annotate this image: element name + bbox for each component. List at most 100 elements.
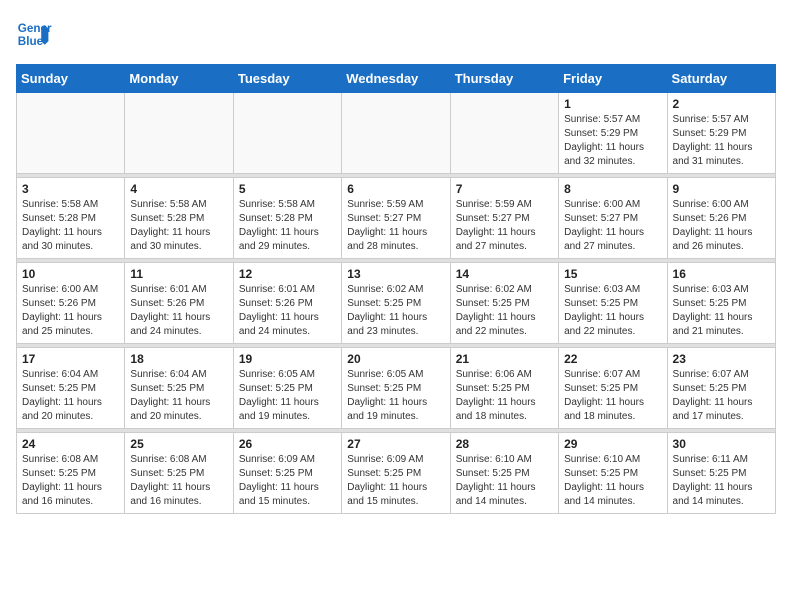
calendar-cell: 16Sunrise: 6:03 AM Sunset: 5:25 PM Dayli…	[667, 263, 775, 344]
calendar-cell	[342, 93, 450, 174]
day-number: 25	[130, 437, 227, 451]
calendar-cell: 30Sunrise: 6:11 AM Sunset: 5:25 PM Dayli…	[667, 433, 775, 514]
weekday-header-wednesday: Wednesday	[342, 65, 450, 93]
calendar-cell: 17Sunrise: 6:04 AM Sunset: 5:25 PM Dayli…	[17, 348, 125, 429]
day-info: Sunrise: 6:00 AM Sunset: 5:26 PM Dayligh…	[673, 198, 770, 254]
calendar-cell: 3 Sunrise: 5:58 AM Sunset: 5:28 PM Daylig…	[17, 178, 125, 259]
day-info: Sunrise: 6:07 AM Sunset: 5:25 PM Dayligh…	[673, 368, 770, 424]
day-info: Sunrise: 6:01 AM Sunset: 5:26 PM Dayligh…	[239, 283, 336, 339]
day-info: Sunrise: 5:57 AM Sunset: 5:29 PM Dayligh…	[564, 113, 661, 169]
day-number: 29	[564, 437, 661, 451]
calendar-cell: 18 Sunrise: 6:04 AM Sunset: 5:25 PM Dayli…	[125, 348, 233, 429]
logo-icon: General Blue	[16, 16, 52, 52]
day-info: Sunrise: 6:08 AM Sunset: 5:25 PM Dayligh…	[22, 453, 119, 509]
day-number: 22	[564, 352, 661, 366]
day-number: 13	[347, 267, 444, 281]
day-number: 3	[22, 182, 119, 196]
day-number: 15	[564, 267, 661, 281]
day-info: Sunrise: 5:59 AM Sunset: 5:27 PM Dayligh…	[456, 198, 553, 254]
day-info: Sunrise: 6:05 AM Sunset: 5:25 PM Dayligh…	[239, 368, 336, 424]
calendar-cell: 15 Sunrise: 6:03 AM Sunset: 5:25 PM Dayli…	[559, 263, 667, 344]
weekday-header-friday: Friday	[559, 65, 667, 93]
day-number: 2	[673, 97, 770, 111]
calendar-cell: 2 Sunrise: 5:57 AM Sunset: 5:29 PM Daylig…	[667, 93, 775, 174]
day-info: Sunrise: 6:08 AM Sunset: 5:25 PM Dayligh…	[130, 453, 227, 509]
calendar-cell: 22 Sunrise: 6:07 AM Sunset: 5:25 PM Dayli…	[559, 348, 667, 429]
calendar-week-1: 3 Sunrise: 5:58 AM Sunset: 5:28 PM Daylig…	[17, 178, 776, 259]
day-info: Sunrise: 5:59 AM Sunset: 5:27 PM Dayligh…	[347, 198, 444, 254]
weekday-header-thursday: Thursday	[450, 65, 558, 93]
day-info: Sunrise: 6:04 AM Sunset: 5:25 PM Dayligh…	[22, 368, 119, 424]
day-info: Sunrise: 5:58 AM Sunset: 5:28 PM Dayligh…	[239, 198, 336, 254]
weekday-row: SundayMondayTuesdayWednesdayThursdayFrid…	[17, 65, 776, 93]
calendar-cell: 6Sunrise: 5:59 AM Sunset: 5:27 PM Daylig…	[342, 178, 450, 259]
calendar-cell: 12 Sunrise: 6:01 AM Sunset: 5:26 PM Dayli…	[233, 263, 341, 344]
calendar-cell: 26 Sunrise: 6:09 AM Sunset: 5:25 PM Dayli…	[233, 433, 341, 514]
day-info: Sunrise: 5:58 AM Sunset: 5:28 PM Dayligh…	[130, 198, 227, 254]
calendar-cell: 25 Sunrise: 6:08 AM Sunset: 5:25 PM Dayli…	[125, 433, 233, 514]
day-number: 26	[239, 437, 336, 451]
day-info: Sunrise: 6:07 AM Sunset: 5:25 PM Dayligh…	[564, 368, 661, 424]
day-info: Sunrise: 6:00 AM Sunset: 5:26 PM Dayligh…	[22, 283, 119, 339]
day-info: Sunrise: 5:58 AM Sunset: 5:28 PM Dayligh…	[22, 198, 119, 254]
weekday-header-saturday: Saturday	[667, 65, 775, 93]
day-number: 9	[673, 182, 770, 196]
day-info: Sunrise: 6:02 AM Sunset: 5:25 PM Dayligh…	[456, 283, 553, 339]
day-info: Sunrise: 5:57 AM Sunset: 5:29 PM Dayligh…	[673, 113, 770, 169]
day-info: Sunrise: 6:03 AM Sunset: 5:25 PM Dayligh…	[564, 283, 661, 339]
weekday-header-monday: Monday	[125, 65, 233, 93]
day-number: 28	[456, 437, 553, 451]
calendar-cell: 14 Sunrise: 6:02 AM Sunset: 5:25 PM Dayli…	[450, 263, 558, 344]
calendar-cell: 4Sunrise: 5:58 AM Sunset: 5:28 PM Daylig…	[125, 178, 233, 259]
logo: General Blue	[16, 16, 52, 52]
calendar-cell: 23 Sunrise: 6:07 AM Sunset: 5:25 PM Dayli…	[667, 348, 775, 429]
calendar-cell: 24Sunrise: 6:08 AM Sunset: 5:25 PM Dayli…	[17, 433, 125, 514]
day-info: Sunrise: 6:04 AM Sunset: 5:25 PM Dayligh…	[130, 368, 227, 424]
day-info: Sunrise: 6:10 AM Sunset: 5:25 PM Dayligh…	[564, 453, 661, 509]
day-number: 7	[456, 182, 553, 196]
day-info: Sunrise: 6:10 AM Sunset: 5:25 PM Dayligh…	[456, 453, 553, 509]
day-info: Sunrise: 6:05 AM Sunset: 5:25 PM Dayligh…	[347, 368, 444, 424]
calendar-cell: 20 Sunrise: 6:05 AM Sunset: 5:25 PM Dayli…	[342, 348, 450, 429]
calendar-week-4: 24Sunrise: 6:08 AM Sunset: 5:25 PM Dayli…	[17, 433, 776, 514]
day-info: Sunrise: 6:00 AM Sunset: 5:27 PM Dayligh…	[564, 198, 661, 254]
day-number: 12	[239, 267, 336, 281]
day-number: 11	[130, 267, 227, 281]
calendar-cell: 27 Sunrise: 6:09 AM Sunset: 5:25 PM Dayli…	[342, 433, 450, 514]
day-number: 18	[130, 352, 227, 366]
day-info: Sunrise: 6:11 AM Sunset: 5:25 PM Dayligh…	[673, 453, 770, 509]
day-number: 5	[239, 182, 336, 196]
day-number: 21	[456, 352, 553, 366]
calendar-cell	[450, 93, 558, 174]
calendar-cell: 7 Sunrise: 5:59 AM Sunset: 5:27 PM Daylig…	[450, 178, 558, 259]
calendar-cell: 21 Sunrise: 6:06 AM Sunset: 5:25 PM Dayli…	[450, 348, 558, 429]
calendar-cell: 10 Sunrise: 6:00 AM Sunset: 5:26 PM Dayli…	[17, 263, 125, 344]
day-number: 19	[239, 352, 336, 366]
calendar-cell: 8 Sunrise: 6:00 AM Sunset: 5:27 PM Daylig…	[559, 178, 667, 259]
day-info: Sunrise: 6:09 AM Sunset: 5:25 PM Dayligh…	[347, 453, 444, 509]
day-number: 10	[22, 267, 119, 281]
day-info: Sunrise: 6:02 AM Sunset: 5:25 PM Dayligh…	[347, 283, 444, 339]
day-number: 20	[347, 352, 444, 366]
calendar-cell: 28 Sunrise: 6:10 AM Sunset: 5:25 PM Dayli…	[450, 433, 558, 514]
weekday-header-tuesday: Tuesday	[233, 65, 341, 93]
day-number: 8	[564, 182, 661, 196]
calendar-cell: 1Sunrise: 5:57 AM Sunset: 5:29 PM Daylig…	[559, 93, 667, 174]
day-number: 27	[347, 437, 444, 451]
svg-text:Blue: Blue	[18, 35, 44, 48]
calendar-cell: 19 Sunrise: 6:05 AM Sunset: 5:25 PM Dayli…	[233, 348, 341, 429]
calendar-cell: 9 Sunrise: 6:00 AM Sunset: 5:26 PM Daylig…	[667, 178, 775, 259]
calendar-cell: 29 Sunrise: 6:10 AM Sunset: 5:25 PM Dayli…	[559, 433, 667, 514]
day-number: 14	[456, 267, 553, 281]
calendar-cell	[17, 93, 125, 174]
day-info: Sunrise: 6:03 AM Sunset: 5:25 PM Dayligh…	[673, 283, 770, 339]
calendar-cell: 13 Sunrise: 6:02 AM Sunset: 5:25 PM Dayli…	[342, 263, 450, 344]
day-info: Sunrise: 6:06 AM Sunset: 5:25 PM Dayligh…	[456, 368, 553, 424]
day-info: Sunrise: 6:09 AM Sunset: 5:25 PM Dayligh…	[239, 453, 336, 509]
calendar-week-2: 10 Sunrise: 6:00 AM Sunset: 5:26 PM Dayli…	[17, 263, 776, 344]
calendar-cell: 5 Sunrise: 5:58 AM Sunset: 5:28 PM Daylig…	[233, 178, 341, 259]
calendar-body: 1Sunrise: 5:57 AM Sunset: 5:29 PM Daylig…	[17, 93, 776, 514]
calendar-cell: 11Sunrise: 6:01 AM Sunset: 5:26 PM Dayli…	[125, 263, 233, 344]
calendar-cell	[233, 93, 341, 174]
day-number: 23	[673, 352, 770, 366]
